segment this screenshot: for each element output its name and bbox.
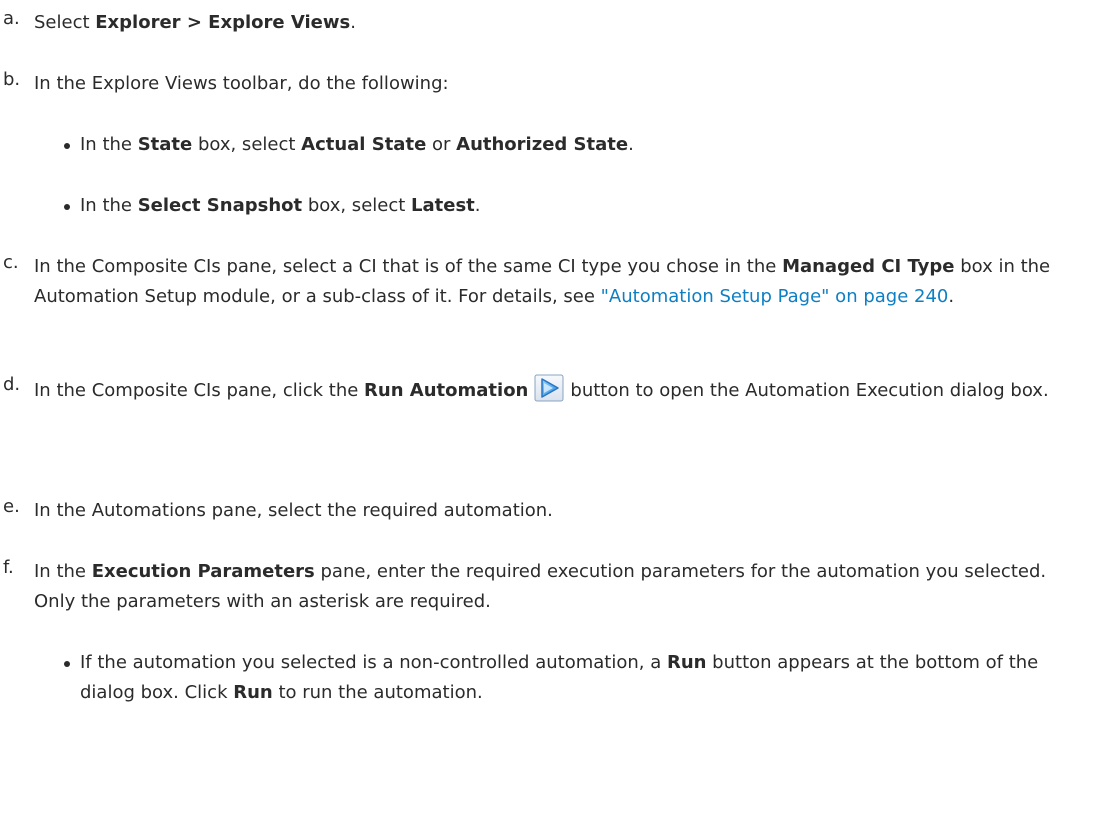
text-run: In the Composite CIs pane, select a CI t… — [34, 256, 783, 277]
automation-setup-page-link[interactable]: "Automation Setup Page" on page 240 — [601, 286, 949, 307]
text-run: box, select — [302, 195, 412, 216]
pane-name-execution-parameters: Execution Parameters — [91, 561, 315, 582]
step-b-marker: b. — [3, 69, 21, 90]
button-name-run-automation: Run Automation — [364, 380, 529, 401]
step-a-text-2: . — [350, 12, 356, 33]
field-name-select-snapshot: Select Snapshot — [137, 195, 303, 216]
text-run: . — [474, 195, 481, 216]
text-run: In the — [80, 195, 138, 216]
step-a-text-1: Select — [34, 12, 96, 33]
text-run: In the — [34, 561, 92, 582]
text-run: In the — [80, 134, 138, 155]
text-run: If the automation you selected is a non-… — [80, 652, 667, 673]
field-name-state: State — [137, 134, 193, 155]
step-b-text: In the Explore Views toolbar, do the fol… — [34, 73, 449, 94]
text-run: button to open the Automation Execution … — [570, 380, 1049, 401]
option-actual-state: Actual State — [301, 134, 427, 155]
step-e-marker: e. — [3, 496, 20, 517]
bullet-dot — [64, 204, 70, 210]
bullet-dot — [64, 143, 70, 149]
option-latest: Latest — [411, 195, 475, 216]
step-f-marker: f. — [3, 557, 14, 578]
option-authorized-state: Authorized State — [456, 134, 629, 155]
step-a-text: Select Explorer > Explore Views. — [34, 8, 1090, 38]
text-run: box, select — [192, 134, 302, 155]
step-d-text: In the Composite CIs pane, click the Run… — [34, 374, 1090, 406]
run-automation-icon — [534, 374, 564, 402]
step-e-text: In the Automations pane, select the requ… — [34, 500, 553, 521]
text-run: or — [426, 134, 457, 155]
bullet-dot — [64, 661, 70, 667]
step-c-marker: c. — [3, 252, 19, 273]
document-page: a. Select Explorer > Explore Views. b. I… — [0, 0, 1097, 836]
button-name-run: Run — [666, 652, 707, 673]
menu-path-explorer-views: Explorer > Explore Views — [95, 12, 351, 33]
text-run: . — [948, 286, 955, 307]
text-run: to run the automation. — [272, 682, 483, 703]
step-c-text: In the Composite CIs pane, select a CI t… — [34, 252, 1090, 312]
step-a-marker: a. — [3, 8, 20, 29]
step-b-bullet-1-text: In the State box, select Actual State or… — [80, 130, 1090, 160]
button-name-run: Run — [233, 682, 273, 703]
step-f-text: In the Execution Parameters pane, enter … — [34, 557, 1090, 617]
text-run: In the Composite CIs pane, click the — [34, 380, 365, 401]
text-run: . — [628, 134, 634, 155]
step-f-bullet-1-text: If the automation you selected is a non-… — [80, 648, 1090, 708]
field-name-managed-ci-type: Managed CI Type — [782, 256, 955, 277]
step-b-bullet-2-text: In the Select Snapshot box, select Lates… — [80, 191, 1090, 221]
step-d-marker: d. — [3, 374, 21, 395]
